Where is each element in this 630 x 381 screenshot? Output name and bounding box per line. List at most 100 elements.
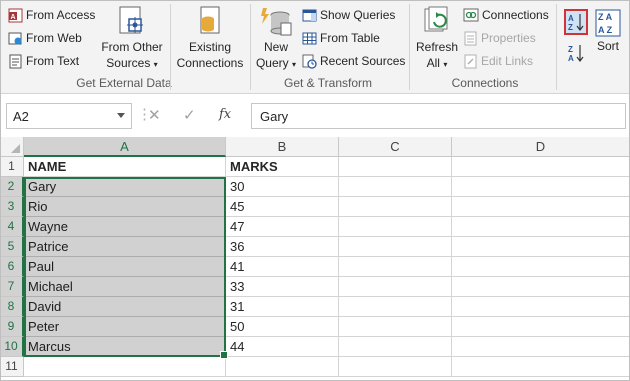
new-query-button[interactable]: New Query ▾	[255, 5, 297, 73]
cell-b4[interactable]: 47	[226, 217, 339, 237]
cell-a11[interactable]	[24, 357, 226, 377]
svg-text:A: A	[568, 54, 574, 63]
cell-b1[interactable]: MARKS	[226, 157, 339, 177]
cell-d6[interactable]	[452, 257, 630, 277]
cell-c11[interactable]	[339, 357, 452, 377]
name-box-dropdown-icon[interactable]	[117, 113, 125, 118]
row-header-2[interactable]: 2	[0, 177, 24, 197]
show-queries-button[interactable]: Show Queries	[302, 5, 395, 25]
svg-text:A Z: A Z	[598, 25, 613, 35]
cell-d8[interactable]	[452, 297, 630, 317]
cell-a8[interactable]: David	[24, 297, 226, 317]
get-transform-group-label: Get & Transform	[283, 76, 373, 90]
row-header-6[interactable]: 6	[0, 257, 24, 277]
from-access-button[interactable]: A From Access	[8, 5, 95, 25]
select-all-button[interactable]	[0, 137, 24, 157]
row-header-4[interactable]: 4	[0, 217, 24, 237]
cell-a9[interactable]: Peter	[24, 317, 226, 337]
properties-label: Properties	[481, 31, 536, 45]
from-table-button[interactable]: From Table	[302, 28, 380, 48]
row-header-7[interactable]: 7	[0, 277, 24, 297]
cell-b6[interactable]: 41	[226, 257, 339, 277]
refresh-all-button[interactable]: Refresh All ▾	[414, 5, 460, 73]
edit-links-button[interactable]: Edit Links	[463, 51, 533, 71]
cell-b8[interactable]: 31	[226, 297, 339, 317]
cell-b5[interactable]: 36	[226, 237, 339, 257]
cell-c8[interactable]	[339, 297, 452, 317]
from-text-button[interactable]: From Text	[8, 51, 79, 71]
cell-b9[interactable]: 50	[226, 317, 339, 337]
sort-button[interactable]: Z A A Z Sort	[592, 8, 624, 54]
cell-b7[interactable]: 33	[226, 277, 339, 297]
sort-dialog-icon: Z A A Z	[595, 9, 621, 37]
existing-connections-line1: Existing	[188, 40, 232, 54]
from-other-sources-button[interactable]: From Other Sources ▾	[98, 5, 166, 73]
new-query-line1: New	[263, 40, 288, 54]
properties-icon	[464, 31, 477, 45]
recent-sources-button[interactable]: Recent Sources	[302, 51, 405, 71]
cell-c7[interactable]	[339, 277, 452, 297]
row-header-5[interactable]: 5	[0, 237, 24, 257]
column-header-d[interactable]: D	[452, 137, 630, 157]
ribbon-separator	[409, 4, 410, 90]
cell-a7[interactable]: Michael	[24, 277, 226, 297]
existing-connections-button[interactable]: Existing Connections	[174, 5, 246, 71]
cell-a4[interactable]: Wayne	[24, 217, 226, 237]
cell-b11[interactable]	[226, 357, 339, 377]
dropdown-arrow-icon: ▾	[292, 60, 297, 69]
sort-z-to-a-button[interactable]: ZA	[566, 42, 586, 64]
access-icon: A	[8, 8, 23, 22]
cell-c9[interactable]	[339, 317, 452, 337]
formula-input[interactable]: Gary	[251, 103, 626, 129]
cell-c10[interactable]	[339, 337, 452, 357]
show-queries-label: Show Queries	[320, 8, 396, 22]
cell-a10[interactable]: Marcus	[24, 337, 226, 357]
cell-d1[interactable]	[452, 157, 630, 177]
refresh-all-icon	[424, 6, 448, 32]
cell-c5[interactable]	[339, 237, 452, 257]
row-header-8[interactable]: 8	[0, 297, 24, 317]
cell-a6[interactable]: Paul	[24, 257, 226, 277]
cell-d2[interactable]	[452, 177, 630, 197]
cell-b3[interactable]: 45	[226, 197, 339, 217]
cell-c3[interactable]	[339, 197, 452, 217]
column-header-a[interactable]: A	[24, 137, 226, 157]
cell-a5[interactable]: Patrice	[24, 237, 226, 257]
cell-d3[interactable]	[452, 197, 630, 217]
cell-d7[interactable]	[452, 277, 630, 297]
cell-d10[interactable]	[452, 337, 630, 357]
cell-c6[interactable]	[339, 257, 452, 277]
edit-links-icon	[464, 54, 477, 68]
row-header-3[interactable]: 3	[0, 197, 24, 217]
cell-d4[interactable]	[452, 217, 630, 237]
cell-d5[interactable]	[452, 237, 630, 257]
cell-a3[interactable]: Rio	[24, 197, 226, 217]
confirm-entry-icon[interactable]: ✓	[183, 106, 196, 124]
cell-c1[interactable]	[339, 157, 452, 177]
column-header-b[interactable]: B	[226, 137, 339, 157]
cancel-entry-icon[interactable]: ✕	[148, 106, 161, 124]
cell-d11[interactable]	[452, 357, 630, 377]
cell-c4[interactable]	[339, 217, 452, 237]
row-header-11[interactable]: 11	[0, 357, 24, 377]
cell-d9[interactable]	[452, 317, 630, 337]
from-web-button[interactable]: From Web	[8, 28, 82, 48]
cell-a1[interactable]: NAME	[24, 157, 226, 177]
cell-b2[interactable]: 30	[226, 177, 339, 197]
cell-b10[interactable]: 44	[226, 337, 339, 357]
row-header-9[interactable]: 9	[0, 317, 24, 337]
svg-text:Z A: Z A	[598, 12, 613, 22]
properties-button[interactable]: Properties	[463, 28, 536, 48]
connections-button[interactable]: Connections	[463, 5, 549, 25]
cell-c2[interactable]	[339, 177, 452, 197]
row-header-10[interactable]: 10	[0, 337, 24, 357]
fill-handle[interactable]	[222, 353, 229, 360]
get-external-data-group-label: Get External Data	[76, 76, 172, 90]
sort-a-to-z-button[interactable]: AZ	[564, 9, 588, 35]
new-query-icon	[261, 8, 292, 36]
column-header-c[interactable]: C	[339, 137, 452, 157]
insert-function-button[interactable]: fx	[219, 107, 231, 122]
name-box[interactable]: A2	[6, 103, 132, 129]
row-header-1[interactable]: 1	[0, 157, 24, 177]
cell-a2[interactable]: Gary	[24, 177, 226, 197]
